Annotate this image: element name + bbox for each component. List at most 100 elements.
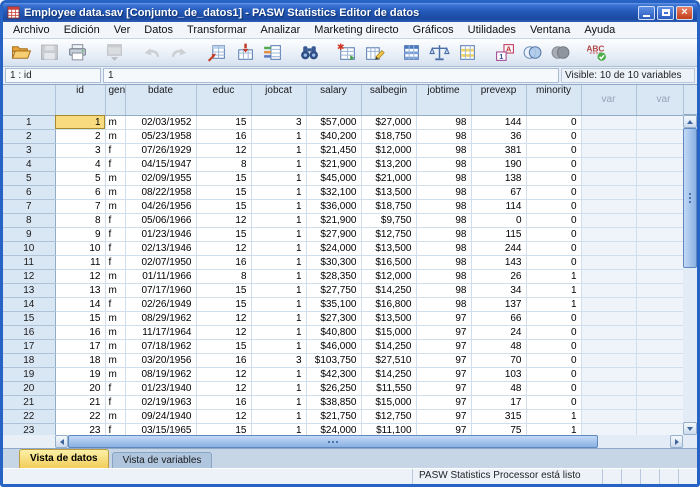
cell-21-educ[interactable]: 16 <box>196 395 251 409</box>
cell-10-salary[interactable]: $24,000 <box>306 241 361 255</box>
cell-17-salary[interactable]: $46,000 <box>306 339 361 353</box>
cell-2-salary[interactable]: $40,200 <box>306 129 361 143</box>
cell-16-salary[interactable]: $40,800 <box>306 325 361 339</box>
cell-11-jobtime[interactable]: 98 <box>416 255 471 269</box>
cell-1-minority[interactable]: 0 <box>526 115 581 129</box>
cell-18-salbegin[interactable]: $27,510 <box>361 353 416 367</box>
row-header-15[interactable]: 15 <box>3 311 55 325</box>
grid-corner-cell[interactable] <box>3 85 55 115</box>
cell-20-salary[interactable]: $26,250 <box>306 381 361 395</box>
cell-7-jobcat[interactable]: 1 <box>251 199 306 213</box>
cell-23-id[interactable]: 23 <box>55 423 105 435</box>
cell-1-id[interactable]: 1 <box>55 115 105 129</box>
cell-3-prevexp[interactable]: 381 <box>471 143 526 157</box>
cell-19-var[interactable] <box>581 367 636 381</box>
cell-4-salary[interactable]: $21,900 <box>306 157 361 171</box>
cell-16-jobtime[interactable]: 97 <box>416 325 471 339</box>
cell-3-bdate[interactable]: 07/26/1929 <box>125 143 196 157</box>
cell-4-gender[interactable]: f <box>105 157 125 171</box>
row-header-10[interactable]: 10 <box>3 241 55 255</box>
cell-8-salary[interactable]: $21,900 <box>306 213 361 227</box>
cell-6-prevexp[interactable]: 67 <box>471 185 526 199</box>
cell-2-gender[interactable]: m <box>105 129 125 143</box>
cell-12-var[interactable] <box>581 269 636 283</box>
cell-7-bdate[interactable]: 04/26/1956 <box>125 199 196 213</box>
cell-1-prevexp[interactable]: 144 <box>471 115 526 129</box>
cell-18-educ[interactable]: 16 <box>196 353 251 367</box>
cell-5-salary[interactable]: $45,000 <box>306 171 361 185</box>
row-header-21[interactable]: 21 <box>3 395 55 409</box>
cell-4-minority[interactable]: 0 <box>526 157 581 171</box>
insert-variable-button[interactable] <box>360 41 388 65</box>
cell-2-var[interactable] <box>581 129 636 143</box>
horizontal-scrollbar[interactable] <box>3 435 697 448</box>
cell-8-jobtime[interactable]: 98 <box>416 213 471 227</box>
cell-9-bdate[interactable]: 01/23/1946 <box>125 227 196 241</box>
cell-11-prevexp[interactable]: 143 <box>471 255 526 269</box>
cell-18-prevexp[interactable]: 70 <box>471 353 526 367</box>
cell-17-bdate[interactable]: 07/18/1962 <box>125 339 196 353</box>
row-header-11[interactable]: 11 <box>3 255 55 269</box>
cell-11-jobcat[interactable]: 1 <box>251 255 306 269</box>
row-header-7[interactable]: 7 <box>3 199 55 213</box>
cell-16-salbegin[interactable]: $15,000 <box>361 325 416 339</box>
row-header-5[interactable]: 5 <box>3 171 55 185</box>
cell-12-jobcat[interactable]: 1 <box>251 269 306 283</box>
cell-22-minority[interactable]: 1 <box>526 409 581 423</box>
cell-18-gender[interactable]: m <box>105 353 125 367</box>
cell-16-bdate[interactable]: 11/17/1964 <box>125 325 196 339</box>
cell-21-var[interactable] <box>636 395 683 409</box>
cell-18-jobtime[interactable]: 97 <box>416 353 471 367</box>
cell-21-minority[interactable]: 0 <box>526 395 581 409</box>
cell-5-minority[interactable]: 0 <box>526 171 581 185</box>
cell-22-var[interactable] <box>581 409 636 423</box>
column-header-jobtime[interactable]: jobtime <box>416 85 471 115</box>
cell-23-gender[interactable]: f <box>105 423 125 435</box>
cell-3-gender[interactable]: f <box>105 143 125 157</box>
cell-3-educ[interactable]: 12 <box>196 143 251 157</box>
cell-17-jobtime[interactable]: 97 <box>416 339 471 353</box>
cell-6-gender[interactable]: m <box>105 185 125 199</box>
cell-21-var[interactable] <box>581 395 636 409</box>
cell-3-salary[interactable]: $21,450 <box>306 143 361 157</box>
row-header-14[interactable]: 14 <box>3 297 55 311</box>
cell-9-prevexp[interactable]: 115 <box>471 227 526 241</box>
cell-15-id[interactable]: 15 <box>55 311 105 325</box>
cell-19-prevexp[interactable]: 103 <box>471 367 526 381</box>
cell-1-var[interactable] <box>581 115 636 129</box>
cell-20-gender[interactable]: f <box>105 381 125 395</box>
scroll-right-button[interactable] <box>670 435 683 448</box>
cell-21-jobtime[interactable]: 97 <box>416 395 471 409</box>
cell-1-salary[interactable]: $57,000 <box>306 115 361 129</box>
row-header-4[interactable]: 4 <box>3 157 55 171</box>
cell-15-educ[interactable]: 12 <box>196 311 251 325</box>
cell-20-var[interactable] <box>636 381 683 395</box>
value-labels-button[interactable] <box>490 41 518 65</box>
cell-5-gender[interactable]: m <box>105 171 125 185</box>
cell-8-var[interactable] <box>581 213 636 227</box>
cell-4-educ[interactable]: 8 <box>196 157 251 171</box>
cell-9-gender[interactable]: f <box>105 227 125 241</box>
cell-20-prevexp[interactable]: 48 <box>471 381 526 395</box>
cell-5-var[interactable] <box>581 171 636 185</box>
cell-22-prevexp[interactable]: 315 <box>471 409 526 423</box>
cell-6-salbegin[interactable]: $13,500 <box>361 185 416 199</box>
menu-ventana[interactable]: Ventana <box>523 22 577 38</box>
save-button[interactable] <box>35 41 63 65</box>
cell-7-salbegin[interactable]: $18,750 <box>361 199 416 213</box>
cell-20-minority[interactable]: 0 <box>526 381 581 395</box>
cell-13-bdate[interactable]: 07/17/1960 <box>125 283 196 297</box>
cell-21-prevexp[interactable]: 17 <box>471 395 526 409</box>
cell-18-minority[interactable]: 0 <box>526 353 581 367</box>
cell-14-prevexp[interactable]: 137 <box>471 297 526 311</box>
cell-23-jobtime[interactable]: 97 <box>416 423 471 435</box>
menu-datos[interactable]: Datos <box>137 22 180 38</box>
cell-10-jobcat[interactable]: 1 <box>251 241 306 255</box>
cell-1-bdate[interactable]: 02/03/1952 <box>125 115 196 129</box>
cell-3-id[interactable]: 3 <box>55 143 105 157</box>
cell-8-salbegin[interactable]: $9,750 <box>361 213 416 227</box>
scroll-up-button[interactable] <box>683 115 697 128</box>
row-header-16[interactable]: 16 <box>3 325 55 339</box>
cell-14-id[interactable]: 14 <box>55 297 105 311</box>
cell-20-educ[interactable]: 12 <box>196 381 251 395</box>
